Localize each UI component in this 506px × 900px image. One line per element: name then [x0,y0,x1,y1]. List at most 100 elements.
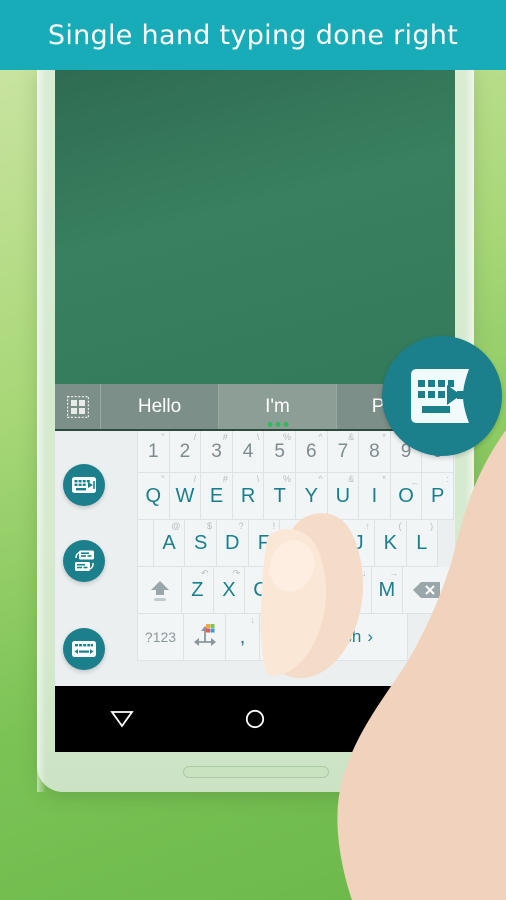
key-label: Z [191,578,204,601]
keyboard-resize-icon [72,477,96,493]
key-7[interactable]: & 7 [327,431,360,473]
keyboard-row-pad [138,520,154,567]
key-f[interactable]: ! F [248,520,281,567]
key-label: U [335,484,351,507]
key-label: J [353,531,364,554]
space-language-key[interactable]: ‹ English › [260,614,408,661]
key-label: B [317,578,331,601]
key-6[interactable]: ^ 6 [295,431,328,473]
key-label: Y [304,484,318,507]
promo-banner-text: Single hand typing done right [47,19,459,51]
move-arrows-icon [193,624,216,646]
key-label: I [371,484,378,507]
keyboard-row-zxcv: ↶ Z ↷ X ‹ C › V B ↓ N → M [55,567,455,614]
android-navigation-bar [55,686,455,752]
key-8[interactable]: * 8 [359,431,391,473]
key-t[interactable]: % T [264,473,296,520]
suggestion-label: I'm [265,395,290,417]
key-l[interactable]: ) L [406,520,439,567]
key-secondary-symbol: ‹ [268,568,272,578]
key-label: N [348,578,363,601]
shift-icon [150,581,169,601]
key-123[interactable]: ?123 [138,614,184,661]
key-secondary-symbol: \ [256,474,260,484]
space-language-label: English [305,627,362,646]
suggestion-item[interactable]: Hello [101,384,219,429]
key-label: 3 [211,440,222,462]
key-s[interactable]: $ S [185,520,217,567]
key-secondary-symbol: & [348,474,355,484]
key-w[interactable]: / W [169,473,202,520]
key-label: Q [145,484,162,507]
key-secondary-symbol: @ [171,521,181,531]
key-label: ?123 [144,629,177,645]
suggestion-item[interactable]: I'm [219,384,337,429]
keyboard-layout-button[interactable] [63,540,105,582]
grid-menu-icon[interactable] [55,384,101,429]
key-e[interactable]: # E [201,473,233,520]
key-label: 1 [148,440,159,462]
key-u[interactable]: & U [327,473,360,520]
key-j[interactable]: ↑ J [343,520,375,567]
backspace-key[interactable] [403,567,453,614]
key-secondary-symbol: " [161,474,165,484]
key-2[interactable]: /2 [169,431,202,473]
key-b[interactable]: B [308,567,340,614]
key-secondary-symbol: ↓ [250,615,256,625]
key-secondary-symbol: % [282,474,291,484]
key-[interactable]: ↓, [226,614,260,661]
promo-banner: Single hand typing done right [0,0,506,70]
keyboard-row-asdf: @ A $ S? D! F ~ G ' H ↑ J(K) L [55,520,455,567]
move-arrows-key[interactable] [184,614,226,661]
key-label: R [240,484,256,507]
shift-key[interactable] [138,567,182,614]
key-label: O [398,484,414,507]
key-label: L [416,531,428,554]
key-i[interactable]: * I [359,473,391,520]
key-z[interactable]: ↶ Z [182,567,214,614]
key-m[interactable]: → M [371,567,404,614]
key-c[interactable]: ‹ C [245,567,277,614]
key-p[interactable]: :P [422,473,454,520]
key-h[interactable]: ' H [311,520,344,567]
key-5[interactable]: % 5 [264,431,296,473]
key-secondary-symbol: ' [336,521,339,531]
keyboard-resize-button[interactable] [63,464,105,506]
prev-language-chevron-icon[interactable]: ‹ [294,627,300,647]
key-secondary-symbol: _ [412,474,418,484]
key-secondary-symbol: ? [238,521,244,531]
key-v[interactable]: › V [276,567,309,614]
key-4[interactable]: \ 4 [232,431,265,473]
next-language-chevron-icon[interactable]: › [367,627,373,647]
key-d[interactable]: ? D [216,520,249,567]
key-1[interactable]: " 1 [138,431,170,473]
keyboard-row-numbers: "1/2#3\4%5^6&7*8_9:0 [55,431,455,473]
key-g[interactable]: ~ G [280,520,312,567]
key-label: 2 [179,440,191,462]
key-label: S [194,531,208,554]
keyboard-left-margin [55,431,138,473]
key-r[interactable]: \ R [232,473,265,520]
key-label: P [430,484,445,507]
key-secondary-symbol: ) [430,521,434,531]
key-secondary-symbol: # [222,432,228,442]
key-3[interactable]: #3 [201,431,233,473]
app-content-area [55,66,455,384]
back-triangle-icon[interactable] [55,709,188,729]
key-k[interactable]: (K [374,520,407,567]
keyboard-arrow-left-icon [411,369,475,423]
key-secondary-symbol: / [193,432,197,442]
keyboard-shift-left-button[interactable] [382,336,502,456]
key-n[interactable]: ↓ N [339,567,372,614]
key-q[interactable]: " Q [138,473,170,520]
key-secondary-symbol: → [389,568,399,578]
key-label: F [257,531,270,554]
home-circle-icon[interactable] [188,708,321,730]
keyboard-move-button[interactable] [63,628,105,670]
key-label: V [285,578,299,601]
key-y[interactable]: ^ Y [295,473,328,520]
key-x[interactable]: ↷ X [213,567,246,614]
key-a[interactable]: @ A [153,520,186,567]
key-o[interactable]: _ O [390,473,423,520]
key-label: 7 [337,440,349,462]
